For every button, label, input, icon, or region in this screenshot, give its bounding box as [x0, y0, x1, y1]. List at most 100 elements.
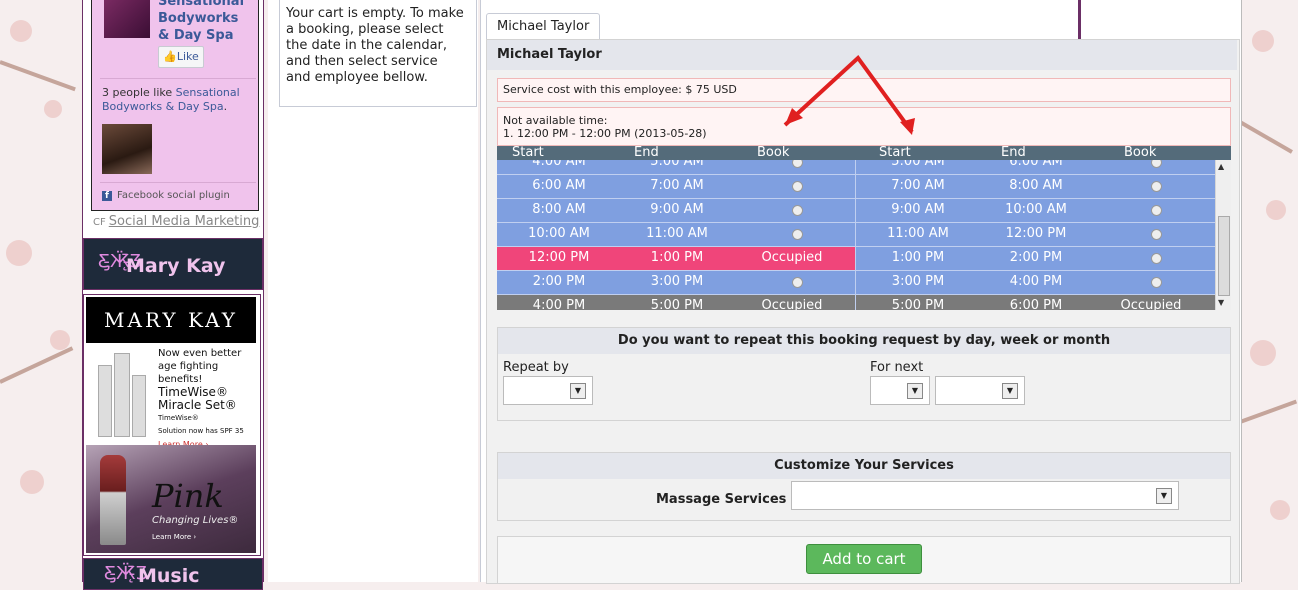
slot-end: 3:00 PM [650, 274, 704, 289]
timeslot-row[interactable]: 8:00 AM 9:00 AM [497, 199, 856, 223]
facebook-icon: f [102, 191, 112, 201]
cart-empty-message: Your cart is empty. To make a booking, p… [286, 6, 464, 85]
timeslot-row[interactable]: 4:00 AM 5:00 AM [497, 160, 856, 175]
likes-count-text: 3 people like Sensational Bodyworks & Da… [102, 86, 254, 114]
page-thumbnail[interactable] [104, 0, 150, 38]
scroll-up-icon[interactable]: ▲ [1218, 162, 1224, 171]
slot-end: 10:00 AM [1005, 202, 1067, 217]
timeslot-row[interactable]: 5:00 AM 6:00 AM [856, 160, 1215, 175]
customize-services-section: Customize Your Services Massage Services… [497, 452, 1231, 521]
left-sidebar: Sensational Bodyworks & Day Spa 👍Like 3 … [82, 0, 264, 590]
like-button[interactable]: 👍Like [158, 46, 204, 68]
repeat-booking-section: Do you want to repeat this booking reque… [497, 327, 1231, 421]
timeslot-row[interactable]: 2:00 PM 3:00 PM [497, 271, 856, 295]
radio-button-icon[interactable] [1151, 205, 1162, 216]
facebook-plugin-label[interactable]: f Facebook social plugin [102, 190, 230, 201]
radio-button-icon[interactable] [792, 205, 803, 216]
lipstick-image [100, 455, 126, 545]
occupied-label: Occupied [1120, 298, 1182, 310]
not-available-label: Not available time: [503, 114, 608, 127]
dropdown-arrow-icon: ▼ [570, 383, 586, 399]
music-banner-label: Music [138, 565, 200, 587]
massage-services-select[interactable]: ▼ [791, 481, 1179, 510]
mary-kay-banner[interactable]: Ƹ̵̡Ӝ̵̨̄Ʒ Mary Kay [83, 238, 263, 290]
slot-end: 2:00 PM [1009, 250, 1063, 265]
header-start: Start [512, 145, 544, 160]
service-cost-notice: Service cost with this employee: $ 75 US… [497, 78, 1231, 102]
timeslot-row[interactable]: 6:00 AM 7:00 AM [497, 175, 856, 199]
radio-button-icon[interactable] [1151, 229, 1162, 240]
scroll-down-icon[interactable]: ▼ [1218, 298, 1224, 307]
scroll-thumb[interactable] [1218, 216, 1230, 296]
mary-kay-ad[interactable]: MARY KAY Now even better age fighting be… [83, 294, 261, 556]
timeslot-column-left: 4:00 AM 5:00 AM 6:00 AM 7:00 AM 8:00 AM 9:00 … [497, 160, 856, 310]
tab-employee[interactable]: Michael Taylor [486, 13, 601, 40]
radio-button-icon[interactable] [792, 160, 803, 168]
mary-kay-banner-label: Mary Kay [126, 255, 226, 277]
massage-services-label: Massage Services [656, 492, 787, 507]
slot-end: 4:00 PM [1009, 274, 1063, 289]
dropdown-arrow-icon: ▼ [1156, 488, 1172, 504]
timeslot-row[interactable]: 3:00 PM 4:00 PM [856, 271, 1215, 295]
cf-link-text: Social Media Marketing [108, 214, 260, 229]
ad-line: Solution now has SPF 35 [158, 427, 244, 435]
dropdown-arrow-icon: ▼ [1002, 383, 1018, 399]
slot-start: 9:00 AM [891, 202, 945, 217]
radio-button-icon[interactable] [792, 277, 803, 288]
facebook-page-name[interactable]: Sensational Bodyworks & Day Spa [158, 0, 253, 44]
pink-ad[interactable]: Pink Changing Lives® Learn More › [86, 445, 256, 553]
slot-start: 3:00 PM [891, 274, 945, 289]
ad-line: TimeWise® [158, 414, 199, 422]
timeslot-row[interactable]: 9:00 AM 10:00 AM [856, 199, 1215, 223]
like-label: Like [176, 50, 199, 63]
header-start: Start [879, 145, 911, 160]
slot-end: 9:00 AM [650, 202, 704, 217]
slot-start: 5:00 PM [891, 298, 945, 310]
header-end: End [634, 145, 659, 160]
slot-start: 10:00 AM [528, 226, 590, 241]
slot-start: 1:00 PM [891, 250, 945, 265]
music-banner[interactable]: Ƹ̵̡Ӝ̵̨̄Ʒ Music [83, 558, 263, 590]
slot-end: 6:00 AM [1009, 160, 1063, 169]
for-next-count-select[interactable]: ▼ [870, 376, 930, 405]
timeslot-row[interactable]: 11:00 AM 12:00 PM [856, 223, 1215, 247]
timeslot-row[interactable]: 10:00 AM 11:00 AM [497, 223, 856, 247]
timeslot-grid[interactable]: 4:00 AM 5:00 AM 6:00 AM 7:00 AM 8:00 AM 9:00 … [497, 160, 1215, 310]
repeat-by-label: Repeat by [503, 360, 569, 375]
pink-learn-more[interactable]: Learn More › [152, 533, 196, 541]
timeslot-row: 4:00 PM 5:00 PM Occupied [497, 295, 856, 310]
pink-word: Pink [152, 477, 224, 515]
slot-end: 11:00 AM [646, 226, 708, 241]
timeslot-scrollbar[interactable]: ▲ ▼ [1215, 160, 1231, 310]
panel-title: Michael Taylor [487, 40, 1237, 70]
radio-button-icon[interactable] [1151, 160, 1162, 168]
radio-button-icon[interactable] [792, 181, 803, 192]
ad-brand: MARY KAY [86, 297, 256, 343]
repeat-title: Do you want to repeat this booking reque… [498, 328, 1230, 354]
for-next-unit-select[interactable]: ▼ [935, 376, 1025, 405]
timeslot-row[interactable]: 7:00 AM 8:00 AM [856, 175, 1215, 199]
radio-button-icon[interactable] [1151, 181, 1162, 192]
header-end: End [1001, 145, 1026, 160]
timeslot-row[interactable]: 1:00 PM 2:00 PM [856, 247, 1215, 271]
ad-copy: Now even better age fighting benefits! T… [158, 347, 258, 451]
slot-start: 11:00 AM [887, 226, 949, 241]
likes-suffix: . [223, 100, 228, 113]
radio-button-icon[interactable] [792, 229, 803, 240]
add-to-cart-button[interactable]: Add to cart [806, 544, 922, 574]
timeslot-header: Start End Book Start End Book [497, 145, 1231, 160]
radio-button-icon[interactable] [1151, 253, 1162, 264]
not-available-item: 1. 12:00 PM - 12:00 PM (2013-05-28) [503, 127, 707, 140]
slot-start: 7:00 AM [891, 178, 945, 193]
slot-start: 2:00 PM [532, 274, 586, 289]
fan-avatar[interactable] [102, 124, 152, 174]
radio-button-icon[interactable] [1151, 277, 1162, 288]
customize-title: Customize Your Services [498, 453, 1230, 479]
social-media-marketing-link[interactable]: CF Social Media Marketing [93, 214, 259, 229]
slot-start: 5:00 AM [891, 160, 945, 169]
timeslot-row: 5:00 PM 6:00 PM Occupied [856, 295, 1215, 310]
cart-box: Your cart is empty. To make a booking, p… [279, 0, 477, 107]
cart-column: Your cart is empty. To make a booking, p… [268, 0, 478, 582]
repeat-by-select[interactable]: ▼ [503, 376, 593, 405]
ad-line: Now even better [158, 348, 242, 359]
